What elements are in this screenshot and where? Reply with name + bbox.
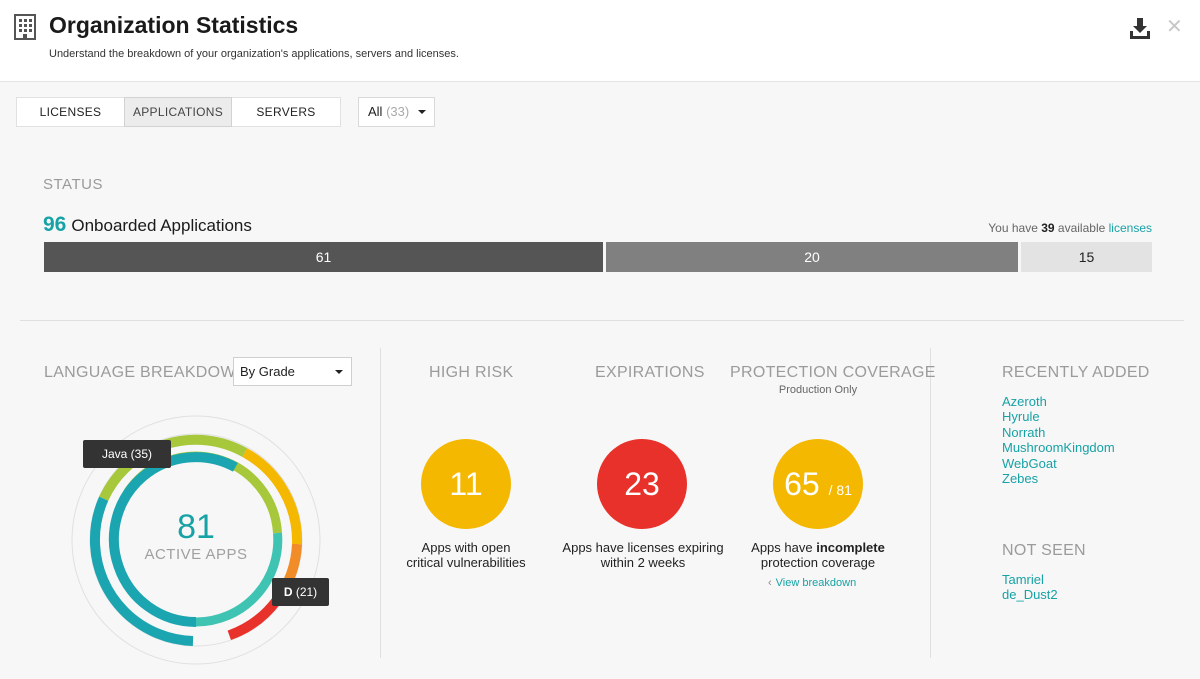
expirations-circle[interactable]: 23 <box>597 439 687 529</box>
view-breakdown-link[interactable]: ‹ View breakdown <box>768 577 856 589</box>
coverage-caption-line2: protection coverage <box>760 555 876 570</box>
coverage-circle[interactable]: 65 / 81 <box>773 439 863 529</box>
expirations-caption: Apps have licenses expiring within 2 wee… <box>553 540 733 570</box>
high-risk-caption: Apps with open critical vulnerabilities <box>376 540 556 570</box>
status-bar-segment-3[interactable]: 15 <box>1021 242 1152 272</box>
coverage-value: 65 <box>784 466 820 502</box>
caret-down-icon <box>418 110 426 114</box>
list-item[interactable]: Tamriel <box>1002 572 1058 587</box>
status-title: STATUS <box>43 176 103 193</box>
stats-tabs: LICENSES APPLICATIONS SERVERS <box>16 97 341 127</box>
available-mid: available <box>1057 221 1106 235</box>
grade-tooltip: D (21) <box>272 578 329 606</box>
high-risk-caption-line2: critical vulnerabilities <box>406 555 526 570</box>
column-divider <box>930 348 931 658</box>
view-breakdown-label: View breakdown <box>775 577 857 589</box>
list-item[interactable]: Norrath <box>1002 425 1115 440</box>
onboarded-heading: 96 Onboarded Applications <box>43 213 252 237</box>
high-risk-title: HIGH RISK <box>429 364 514 381</box>
tab-applications[interactable]: APPLICATIONS <box>124 97 232 127</box>
onboarded-count: 96 <box>43 213 67 236</box>
column-divider <box>380 348 381 658</box>
outer-ring-red[interactable] <box>227 596 282 641</box>
available-count: 39 <box>1041 221 1055 235</box>
close-icon[interactable]: ✕ <box>1166 17 1183 37</box>
high-risk-circle[interactable]: 11 <box>421 439 511 529</box>
coverage-denominator: / 81 <box>828 482 852 498</box>
list-item[interactable]: WebGoat <box>1002 456 1115 471</box>
filter-count: (33) <box>386 104 410 119</box>
grade-select[interactable]: By Grade <box>233 357 352 386</box>
building-icon <box>14 14 36 40</box>
page-subtitle: Understand the breakdown of your organiz… <box>49 48 459 60</box>
section-divider <box>20 320 1184 321</box>
recently-added-title: RECENTLY ADDED <box>1002 364 1150 381</box>
grade-select-label: By Grade <box>240 364 295 379</box>
available-prefix: You have <box>988 221 1038 235</box>
filter-label: All <box>368 104 383 119</box>
coverage-caption-bold: incomplete <box>816 540 885 555</box>
list-item[interactable]: Azeroth <box>1002 394 1115 409</box>
status-bar-segment-1[interactable]: 61 <box>44 242 603 272</box>
list-item[interactable]: Zebes <box>1002 471 1115 486</box>
expirations-title: EXPIRATIONS <box>595 364 705 381</box>
expirations-caption-line2: within 2 weeks <box>600 555 686 570</box>
active-apps-count: 81 <box>177 508 215 546</box>
list-item[interactable]: de_Dust2 <box>1002 587 1058 602</box>
coverage-caption-pre: Apps have <box>751 540 813 555</box>
protection-coverage-title: PROTECTION COVERAGE <box>730 364 936 381</box>
language-breakdown-title: LANGUAGE BREAKDOWN <box>44 364 248 381</box>
expirations-caption-line1: Apps have licenses expiring <box>562 540 724 555</box>
production-only-label: Production Only <box>778 384 858 396</box>
chevron-left-icon: ‹ <box>768 577 772 589</box>
java-tooltip: Java (35) <box>83 440 171 468</box>
tab-servers[interactable]: SERVERS <box>232 98 340 126</box>
page-header: Organization Statistics Understand the b… <box>0 0 1200 82</box>
high-risk-caption-line1: Apps with open <box>421 540 511 555</box>
not-seen-list: Tamriel de_Dust2 <box>1002 572 1058 603</box>
list-item[interactable]: Hyrule <box>1002 409 1115 424</box>
coverage-caption: Apps have incomplete protection coverage <box>728 540 908 570</box>
not-seen-title: NOT SEEN <box>1002 542 1086 559</box>
tab-licenses[interactable]: LICENSES <box>17 98 124 126</box>
caret-down-icon <box>335 370 343 374</box>
recently-added-list: Azeroth Hyrule Norrath MushroomKingdom W… <box>1002 394 1115 486</box>
filter-select[interactable]: All (33) <box>358 97 435 127</box>
grade-tooltip-grade: D <box>283 585 293 599</box>
licenses-link[interactable]: licenses <box>1109 221 1152 235</box>
download-icon[interactable] <box>1128 16 1152 40</box>
status-bar-segment-2[interactable]: 20 <box>606 242 1018 272</box>
active-apps-label: ACTIVE APPS <box>144 546 248 563</box>
list-item[interactable]: MushroomKingdom <box>1002 440 1115 455</box>
grade-tooltip-count: (21) <box>295 585 318 599</box>
onboarded-label: Onboarded Applications <box>71 216 252 235</box>
available-licenses: You have 39 available licenses <box>988 221 1152 235</box>
page-title: Organization Statistics <box>49 12 299 38</box>
